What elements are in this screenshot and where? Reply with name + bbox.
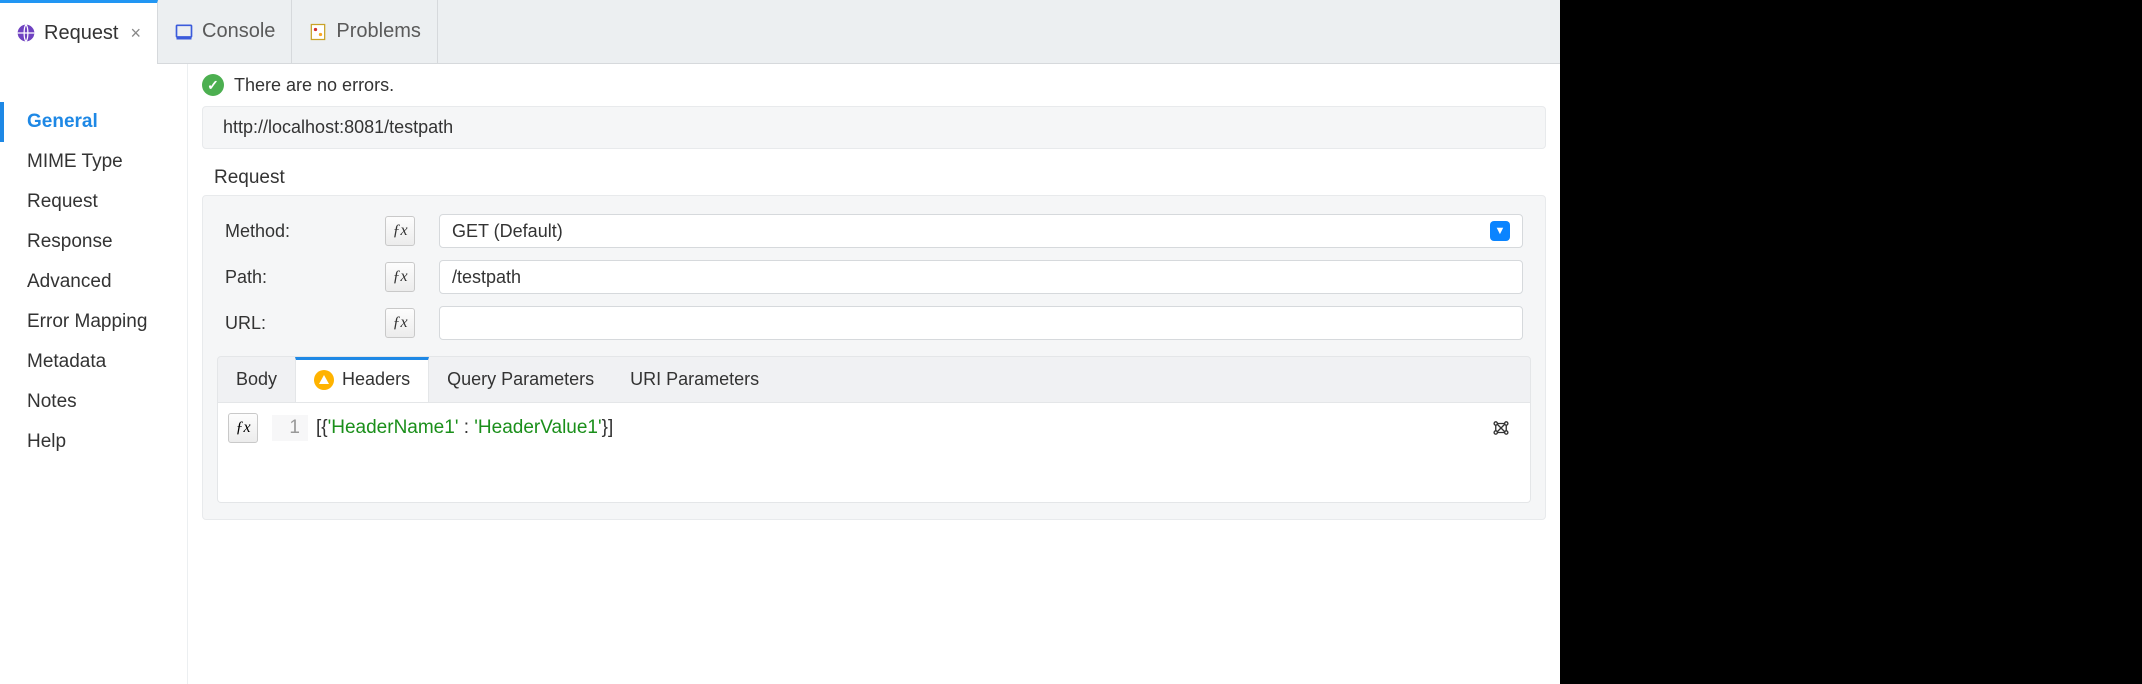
tab-console[interactable]: Console	[158, 0, 292, 63]
row-url: URL:	[217, 300, 1531, 346]
body: General MIME Type Request Response Advan…	[0, 64, 1560, 684]
main-panel: There are no errors. http://localhost:80…	[188, 64, 1560, 684]
console-icon	[174, 22, 194, 42]
sidebar: General MIME Type Request Response Advan…	[0, 64, 188, 684]
subtab-body[interactable]: Body	[218, 357, 295, 402]
label-url: URL:	[225, 313, 375, 334]
label-path: Path:	[225, 267, 375, 288]
url-input[interactable]	[439, 306, 1523, 340]
sidebar-item-mime-type[interactable]: MIME Type	[0, 142, 187, 182]
url-bar[interactable]: http://localhost:8081/testpath	[202, 106, 1546, 149]
fx-button-method[interactable]	[385, 216, 415, 246]
sidebar-item-response[interactable]: Response	[0, 222, 187, 262]
problems-icon	[308, 22, 328, 42]
close-icon[interactable]: ×	[131, 23, 142, 44]
check-icon	[202, 74, 224, 96]
warning-icon	[314, 370, 334, 390]
sidebar-item-advanced[interactable]: Advanced	[0, 262, 187, 302]
code-token-close: }]	[602, 417, 614, 438]
sidebar-item-general[interactable]: General	[0, 102, 187, 142]
sidebar-item-metadata[interactable]: Metadata	[0, 342, 187, 382]
request-form-panel: Method: GET (Default) Path: /testpath U	[202, 195, 1546, 520]
subtab-headers-label: Headers	[342, 369, 410, 390]
graph-icon[interactable]	[1490, 419, 1512, 437]
status-row: There are no errors.	[188, 64, 1560, 102]
fx-button-path[interactable]	[385, 262, 415, 292]
code-token-open: [{	[316, 417, 328, 438]
code-line[interactable]: [{'HeaderName1' : 'HeaderValue1'}]	[308, 415, 621, 441]
subtab-headers[interactable]: Headers	[295, 357, 429, 402]
row-method: Method: GET (Default)	[217, 208, 1531, 254]
sidebar-item-notes[interactable]: Notes	[0, 382, 187, 422]
tab-request[interactable]: Request ×	[0, 0, 158, 63]
subtab-query-parameters[interactable]: Query Parameters	[429, 357, 612, 402]
tab-console-label: Console	[202, 20, 275, 43]
method-select[interactable]: GET (Default)	[439, 214, 1523, 248]
section-request-label: Request	[188, 157, 1560, 195]
code-editor[interactable]: 1 [{'HeaderName1' : 'HeaderValue1'}]	[217, 403, 1531, 503]
status-message: There are no errors.	[234, 75, 394, 96]
sidebar-item-help[interactable]: Help	[0, 422, 187, 462]
path-value: /testpath	[452, 267, 521, 288]
globe-icon	[16, 23, 36, 43]
code-inner: 1 [{'HeaderName1' : 'HeaderValue1'}]	[264, 411, 1522, 445]
tab-problems-label: Problems	[336, 20, 420, 43]
app-window: Request × Console Problems General MIME …	[0, 0, 1560, 684]
line-number: 1	[272, 415, 308, 441]
tab-request-label: Request	[44, 22, 119, 45]
code-token-key: 'HeaderName1'	[328, 417, 459, 438]
sidebar-item-request[interactable]: Request	[0, 182, 187, 222]
fx-button-url[interactable]	[385, 308, 415, 338]
label-method: Method:	[225, 221, 375, 242]
top-tabstrip: Request × Console Problems	[0, 0, 1560, 64]
chevron-down-icon[interactable]	[1490, 221, 1510, 241]
code-token-colon: :	[458, 417, 474, 438]
row-path: Path: /testpath	[217, 254, 1531, 300]
fx-button-code[interactable]	[228, 413, 258, 443]
subtabs: Body Headers Query Parameters URI Parame…	[217, 356, 1531, 403]
sidebar-item-error-mapping[interactable]: Error Mapping	[0, 302, 187, 342]
method-value: GET (Default)	[452, 221, 563, 242]
subtab-uri-parameters[interactable]: URI Parameters	[612, 357, 777, 402]
code-token-val: 'HeaderValue1'	[474, 417, 601, 438]
tab-problems[interactable]: Problems	[292, 0, 437, 63]
path-input[interactable]: /testpath	[439, 260, 1523, 294]
